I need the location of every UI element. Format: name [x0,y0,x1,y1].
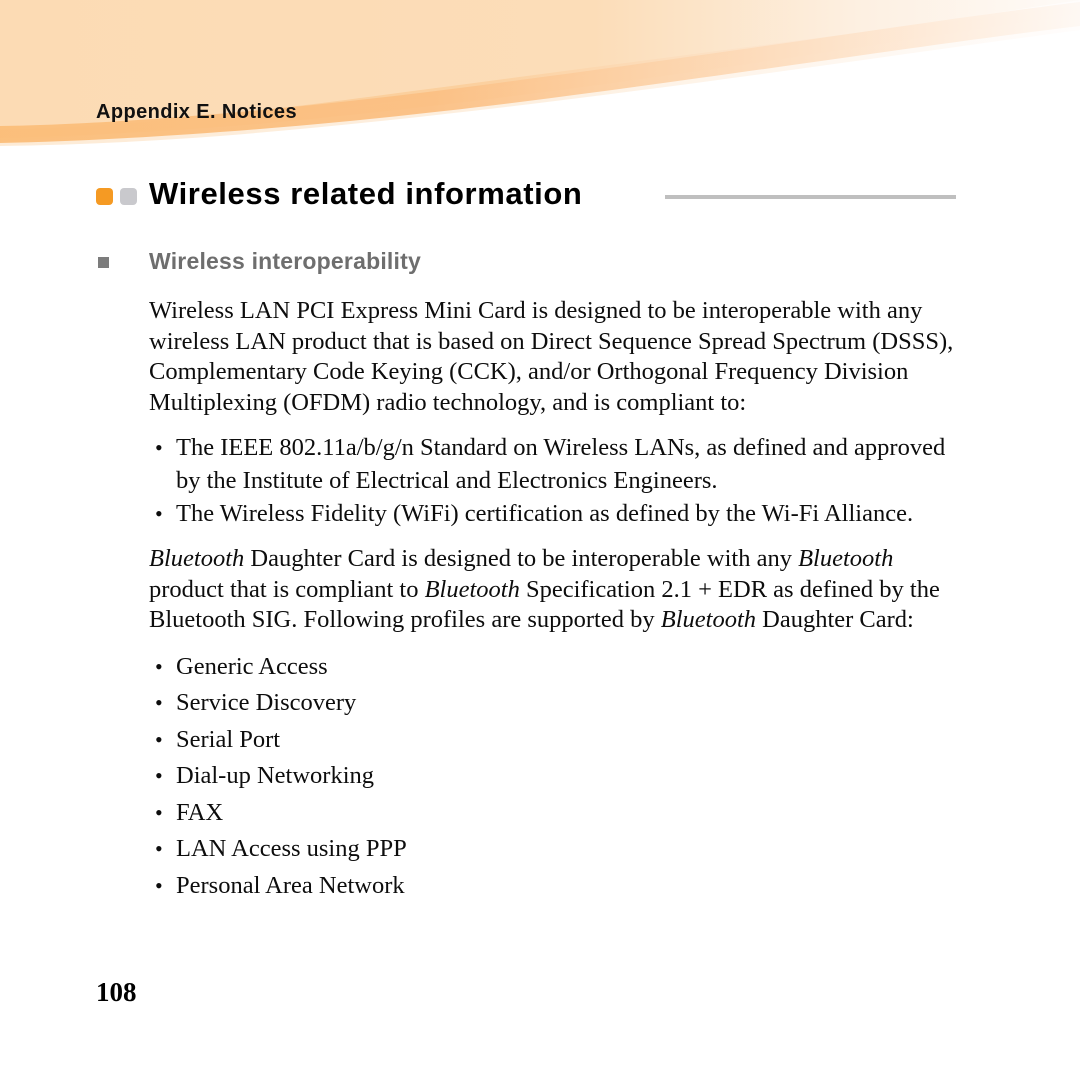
bluetooth-text-8: Daughter Card: [756,606,914,633]
list-item: Generic Access [149,649,969,686]
appendix-label: Appendix E. Notices [96,101,297,123]
list-item-text: The Wireless Fidelity (WiFi) certificati… [176,500,914,527]
header-banner-graphic [0,0,1080,146]
list-item-text: Service Discovery [176,689,357,716]
bluetooth-term: Bluetooth [424,575,520,603]
list-item-text: Generic Access [176,652,328,680]
list-item: LAN Access using PPP [149,831,969,868]
list-item-text: Serial Port [176,725,281,753]
subsection-title: Wireless interoperability [149,248,421,274]
document-content: Wireless LAN PCI Express Mini Card is de… [149,296,969,918]
list-item: The Wireless Fidelity (WiFi) certificati… [149,497,969,530]
bluetooth-text-2: Daughter Card is designed to be interope… [244,545,799,572]
profiles-list: Generic Access Service Discovery Serial … [149,649,969,905]
list-item: Personal Area Network [149,868,969,905]
page-number: 108 [96,977,137,1007]
list-item: The IEEE 802.11a/b/g/n Standard on Wirel… [149,431,969,497]
list-item-text: FAX [176,798,224,826]
list-item-text: LAN Access using PPP [176,835,407,862]
bluetooth-term: Bluetooth [149,545,245,572]
list-item: Dial-up Networking [149,758,969,795]
page-title: Wireless related information [149,176,583,211]
list-item-text: Personal Area Network [176,871,405,899]
intro-paragraph: Wireless LAN PCI Express Mini Card is de… [149,297,954,416]
gray-square-marker-icon [120,188,137,205]
list-item-text: Dial-up Networking [176,762,374,789]
subsection-heading-row: Wireless interoperability [0,248,1080,280]
list-item: Serial Port [149,722,969,759]
standards-list: The IEEE 802.11a/b/g/n Standard on Wirel… [149,431,969,530]
square-bullet-icon [98,257,109,268]
list-item: Service Discovery [149,685,969,722]
bluetooth-text-4: product that is compliant to [149,575,425,603]
bluetooth-term: Bluetooth [660,606,756,633]
section-title-rule [665,195,956,199]
list-item: FAX [149,795,969,832]
bluetooth-paragraph: Bluetooth Daughter Card is designed to b… [149,544,969,636]
orange-square-marker-icon [96,188,113,205]
header-banner: Appendix E. Notices [0,0,1080,160]
list-item-text: The IEEE 802.11a/b/g/n Standard on Wirel… [176,434,946,494]
bluetooth-term: Bluetooth [798,545,894,572]
